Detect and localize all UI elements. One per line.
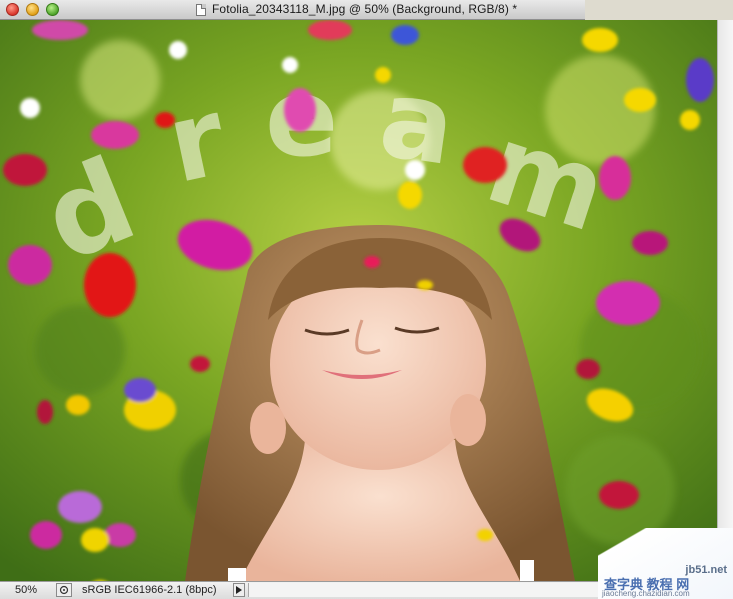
arrow-right-icon[interactable] — [233, 583, 245, 597]
watermark: jb51.net 查字典 教程 网 jiaocheng.chazidian.co… — [598, 528, 733, 599]
minimize-icon[interactable] — [26, 3, 39, 16]
watermark-site: jb51.net — [685, 564, 727, 576]
image-canvas[interactable]: d r e a m — [0, 20, 717, 581]
watermark-url: jiaocheng.chazidian.com — [602, 589, 690, 598]
zoom-level[interactable]: 50% — [6, 584, 46, 596]
photo: d r e a m — [0, 20, 717, 581]
proof-icon[interactable] — [56, 583, 72, 597]
document-icon — [196, 4, 206, 16]
window-title: Fotolia_20343118_M.jpg @ 50% (Background… — [212, 2, 518, 16]
close-icon[interactable] — [6, 3, 19, 16]
zoom-icon[interactable] — [46, 3, 59, 16]
color-profile-label: sRGB IEC61966-2.1 (8bpc) — [82, 584, 217, 596]
girl-ear-left — [250, 402, 286, 454]
dress-strap-left — [228, 568, 246, 581]
dress-strap-right — [520, 560, 534, 581]
vertical-scrollbar[interactable] — [717, 20, 733, 581]
horizontal-scrollbar[interactable] — [248, 583, 608, 597]
girl-ear-right — [450, 394, 486, 446]
